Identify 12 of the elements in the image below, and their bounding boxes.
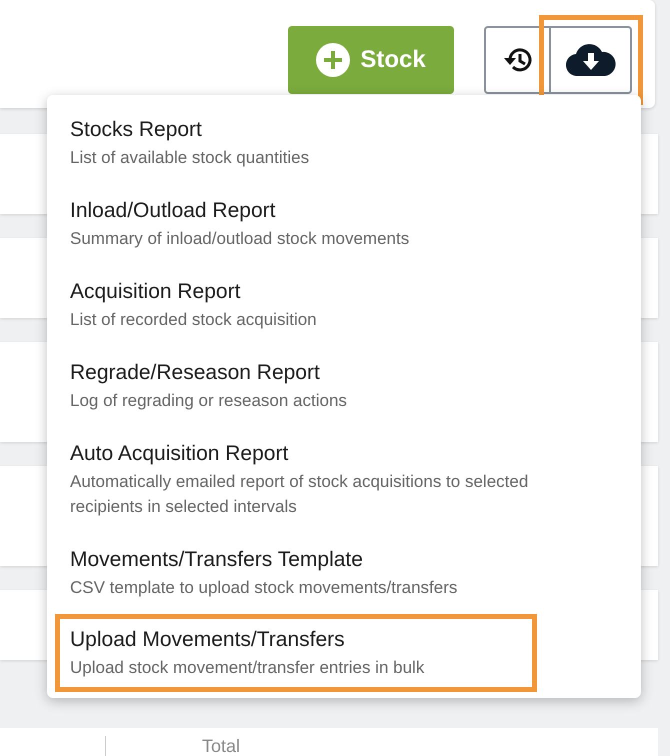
menu-item[interactable]: Movements/Transfers Template CSV template to upload stock movements/transfers	[47, 533, 641, 614]
menu-item[interactable]: Upload Movements/Transfers Upload stock movement/transfer entries in bulk	[55, 614, 537, 692]
menu-item[interactable]: Acquisition Report List of recorded stock acquisition	[47, 265, 641, 346]
cloud-download-icon	[566, 44, 616, 76]
menu-item[interactable]: Inload/Outload Report Summary of inload/outload stock movements	[47, 184, 641, 265]
menu-item[interactable]: Stocks Report List of available stock quantities	[47, 103, 641, 184]
menu-item[interactable]: Regrade/Reseason Report Log of regrading or reseason actions	[47, 346, 641, 427]
download-button[interactable]	[550, 26, 632, 94]
total-label: Total	[202, 736, 240, 756]
plus-circle-icon	[316, 43, 350, 77]
history-button[interactable]	[484, 26, 550, 94]
menu-item[interactable]: Auto Acquisition Report Automatically emailed report of stock acquisitions to selected recipients in selected intervals	[47, 427, 641, 533]
